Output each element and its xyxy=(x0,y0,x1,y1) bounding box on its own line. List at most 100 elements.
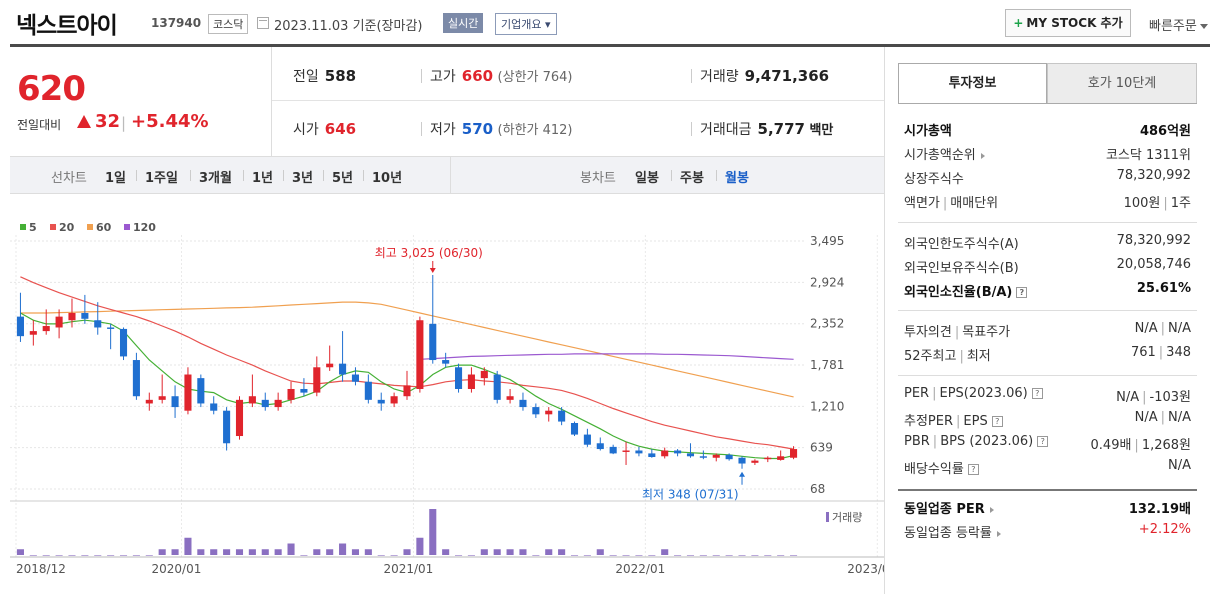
x-tick-label: 2020/01 xyxy=(152,562,202,576)
week52-high-label: 52주최고 xyxy=(904,349,957,364)
pbr-row: PBR | BPS (2023.06)? 0.49배 | 1,268원 xyxy=(904,434,1191,454)
volume-bar xyxy=(29,555,37,556)
volume-bar xyxy=(339,543,347,555)
volume-bar xyxy=(442,549,450,555)
volume-bar xyxy=(790,555,798,556)
candle-weekly[interactable]: 주봉 xyxy=(680,167,704,186)
opinion-value: N/A xyxy=(1134,321,1158,336)
low-label: 저가 xyxy=(430,122,456,138)
tab-order-book[interactable]: 호가 10단계 xyxy=(1047,63,1197,104)
period-1w[interactable]: 1주일 xyxy=(145,167,178,186)
est-eps-label: EPS xyxy=(963,414,988,429)
company-overview-dropdown[interactable]: 기업개요 ▾ xyxy=(495,13,557,35)
candle-chart-svg: 3,495 2,924 2,352 1,781 1,210 639 68 5 20 60 120 최고… xyxy=(10,221,884,576)
help-icon[interactable]: ? xyxy=(1016,287,1028,298)
bps-label: BPS (2023.06) xyxy=(940,434,1034,449)
industry-per-row[interactable]: 동일업종 PER 132.19배 xyxy=(904,498,1191,518)
divider xyxy=(421,122,422,136)
separator: | xyxy=(1134,438,1139,453)
volume-bar xyxy=(738,555,746,556)
realtime-button[interactable]: 실시간 xyxy=(443,13,484,33)
candle-monthly[interactable]: 월봉 xyxy=(725,167,749,186)
divider xyxy=(691,69,692,83)
volume-bar xyxy=(403,549,411,555)
add-my-stock-label: MY STOCK 추가 xyxy=(1026,16,1123,30)
volume-bar xyxy=(648,555,656,556)
candle-body xyxy=(274,399,282,408)
volume-bar xyxy=(583,555,591,556)
volume-bar xyxy=(725,555,733,556)
candle-body xyxy=(119,328,128,357)
foreign-holding-value: 20,058,746 xyxy=(1116,257,1191,272)
foreign-ratio-row: 외국인소진율(B/A)? 25.61% xyxy=(904,281,1191,301)
candle-body xyxy=(454,367,463,389)
amount-label: 거래대금 xyxy=(700,122,752,138)
candle-body xyxy=(712,454,720,458)
bps-value: 1,268원 xyxy=(1141,438,1191,453)
help-icon[interactable]: ? xyxy=(991,416,1003,427)
volume-bar xyxy=(364,549,372,555)
plus-icon: + xyxy=(1013,16,1024,30)
volume-legend-swatch xyxy=(826,512,829,522)
volume-bar xyxy=(351,549,360,555)
y-tick-label: 68 xyxy=(810,482,825,496)
candle-chart-label: 봉차트 xyxy=(580,171,616,186)
candle-daily[interactable]: 일봉 xyxy=(635,167,659,186)
candle-body xyxy=(42,326,50,332)
opinion-row: 투자의견 | 목표주가 N/A | N/A xyxy=(904,321,1191,341)
industry-change-row[interactable]: 동일업종 등락률 +2.12% xyxy=(904,522,1191,542)
max-arrowhead xyxy=(429,268,436,274)
add-my-stock-button[interactable]: + MY STOCK 추가 xyxy=(1005,9,1131,37)
divider xyxy=(691,122,692,136)
volume-bar xyxy=(558,549,566,555)
low-value: 570 xyxy=(461,120,494,138)
candle-body xyxy=(751,460,759,463)
period-3m[interactable]: 3개월 xyxy=(199,167,232,186)
trade-amount: 거래대금 5,777 백만 xyxy=(700,119,833,139)
period-10y[interactable]: 10년 xyxy=(372,167,402,186)
trade-unit-label: 매매단위 xyxy=(950,196,999,211)
separator: | xyxy=(956,414,961,429)
price-change-pct: +5.44% xyxy=(131,111,209,132)
stats-row-divider xyxy=(272,100,884,101)
volume-bar xyxy=(274,549,282,555)
candle-body xyxy=(480,370,488,379)
volume-bar xyxy=(313,549,321,555)
help-icon[interactable]: ? xyxy=(1031,388,1043,399)
opinion-label: 투자의견 xyxy=(904,325,952,340)
open-price: 시가 646 xyxy=(293,119,356,139)
listed-shares-label: 상장주식수 xyxy=(904,172,964,187)
volume-bar xyxy=(223,549,231,555)
volume-bar xyxy=(390,555,398,556)
volume-bar xyxy=(493,549,501,555)
candle-body xyxy=(622,450,630,452)
candle-body xyxy=(519,399,527,408)
volume-bar xyxy=(416,537,424,555)
amount-unit: 백만 xyxy=(809,123,834,138)
period-1d[interactable]: 1일 xyxy=(105,167,126,186)
period-1y[interactable]: 1년 xyxy=(252,167,273,186)
prev-close-label: 전일 xyxy=(293,69,319,85)
period-5y[interactable]: 5년 xyxy=(332,167,353,186)
legend-label: 120 xyxy=(133,221,156,234)
par-value-row: 액면가 | 매매단위 100원 | 1주 xyxy=(904,192,1191,212)
x-tick-label: 2022/01 xyxy=(615,562,665,576)
candle-body xyxy=(107,327,115,329)
week52-high-value: 761 xyxy=(1130,345,1156,360)
volume-bar xyxy=(519,549,527,555)
candle-body xyxy=(635,450,643,454)
tab-investment-info[interactable]: 투자정보 xyxy=(898,63,1047,104)
separator: | xyxy=(1163,196,1168,211)
candle-body xyxy=(493,374,501,400)
help-icon[interactable]: ? xyxy=(1037,436,1049,447)
market-cap-rank-row[interactable]: 시가총액순위 코스닥 1311위 xyxy=(904,144,1191,164)
quick-order-dropdown[interactable]: 빠른주문 xyxy=(1149,15,1208,34)
period-3y[interactable]: 3년 xyxy=(292,167,313,186)
y-tick-label: 2,352 xyxy=(810,317,844,331)
est-eps-value: N/A xyxy=(1168,410,1191,425)
help-icon[interactable]: ? xyxy=(967,464,979,475)
volume-bar xyxy=(635,555,643,556)
candle-body xyxy=(777,456,785,460)
volume-bar xyxy=(751,555,759,556)
volume-bar xyxy=(94,555,102,556)
